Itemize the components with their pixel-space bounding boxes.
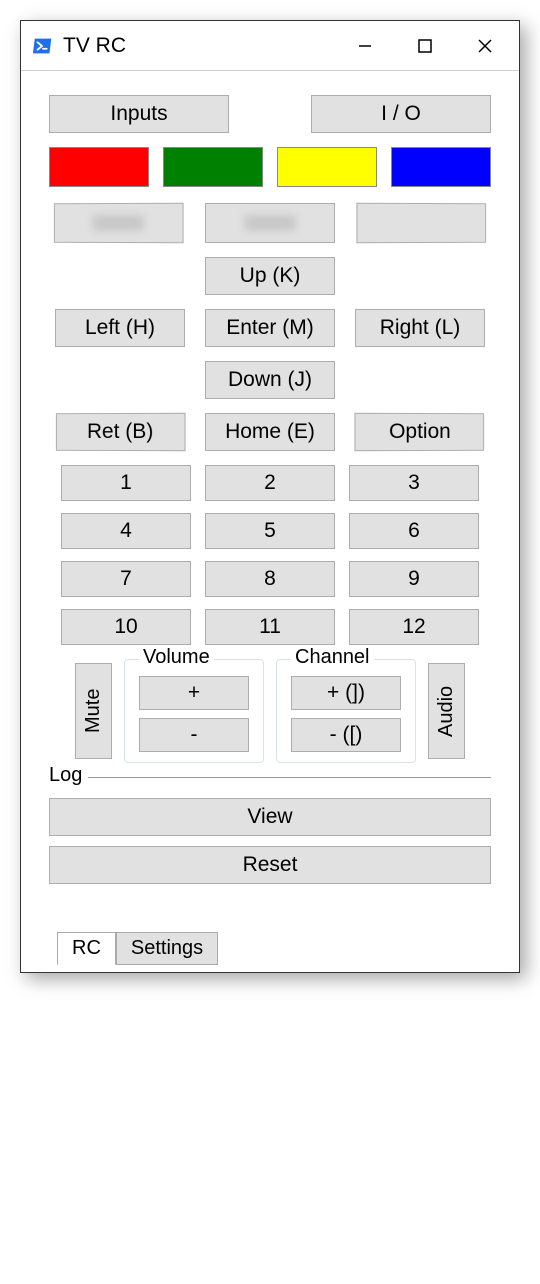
left-button[interactable]: Left (H) <box>55 309 185 347</box>
blurred-button-1[interactable] <box>54 203 184 243</box>
channel-group: Channel + (]) - ([) <box>276 659 416 763</box>
return-button[interactable]: Ret (B) <box>56 413 186 451</box>
num-2[interactable]: 2 <box>205 465 335 501</box>
volume-down-button[interactable]: - <box>139 718 249 752</box>
tab-strip: RC Settings <box>49 924 491 964</box>
inputs-button[interactable]: Inputs <box>49 95 229 133</box>
num-7[interactable]: 7 <box>61 561 191 597</box>
titlebar: TV RC <box>21 21 519 71</box>
enter-button[interactable]: Enter (M) <box>205 309 335 347</box>
content-area: Inputs I / O Up (K) Left (H) Enter (M) R… <box>21 71 519 972</box>
log-label: Log <box>49 764 88 787</box>
audio-button[interactable]: Audio <box>428 663 465 759</box>
app-window: TV RC Inputs I / O Up ( <box>20 20 520 973</box>
log-view-button[interactable]: View <box>49 798 491 836</box>
window-title: TV RC <box>63 34 335 58</box>
number-pad: 1 2 3 4 5 6 7 8 9 10 11 12 <box>49 465 491 645</box>
num-8[interactable]: 8 <box>205 561 335 597</box>
option-button[interactable]: Option <box>354 413 484 451</box>
yellow-button[interactable] <box>277 147 377 187</box>
num-12[interactable]: 12 <box>349 609 479 645</box>
channel-down-button[interactable]: - ([) <box>291 718 401 752</box>
close-icon <box>477 38 493 54</box>
num-5[interactable]: 5 <box>205 513 335 549</box>
volume-label: Volume <box>139 646 214 669</box>
num-6[interactable]: 6 <box>349 513 479 549</box>
tab-rc[interactable]: RC <box>57 932 116 965</box>
maximize-button[interactable] <box>395 26 455 66</box>
red-button[interactable] <box>49 147 149 187</box>
green-button[interactable] <box>163 147 263 187</box>
channel-label: Channel <box>291 646 374 669</box>
blurred-button-2[interactable] <box>205 203 335 243</box>
volume-up-button[interactable]: + <box>139 676 249 710</box>
close-button[interactable] <box>455 26 515 66</box>
log-reset-button[interactable]: Reset <box>49 846 491 884</box>
home-button[interactable]: Home (E) <box>205 413 335 451</box>
num-11[interactable]: 11 <box>205 609 335 645</box>
minimize-button[interactable] <box>335 26 395 66</box>
minimize-icon <box>357 38 373 54</box>
right-button[interactable]: Right (L) <box>355 309 485 347</box>
num-3[interactable]: 3 <box>349 465 479 501</box>
mute-button[interactable]: Mute <box>75 663 112 759</box>
volume-group: Volume + - <box>124 659 264 763</box>
tab-settings[interactable]: Settings <box>116 932 218 965</box>
num-9[interactable]: 9 <box>349 561 479 597</box>
io-button[interactable]: I / O <box>311 95 491 133</box>
blurred-button-3[interactable] <box>356 203 486 243</box>
powershell-icon <box>31 34 55 58</box>
channel-up-button[interactable]: + (]) <box>291 676 401 710</box>
num-4[interactable]: 4 <box>61 513 191 549</box>
num-1[interactable]: 1 <box>61 465 191 501</box>
log-group: Log View Reset <box>49 777 491 894</box>
blue-button[interactable] <box>391 147 491 187</box>
down-button[interactable]: Down (J) <box>205 361 335 399</box>
up-button[interactable]: Up (K) <box>205 257 335 295</box>
maximize-icon <box>417 38 433 54</box>
num-10[interactable]: 10 <box>61 609 191 645</box>
